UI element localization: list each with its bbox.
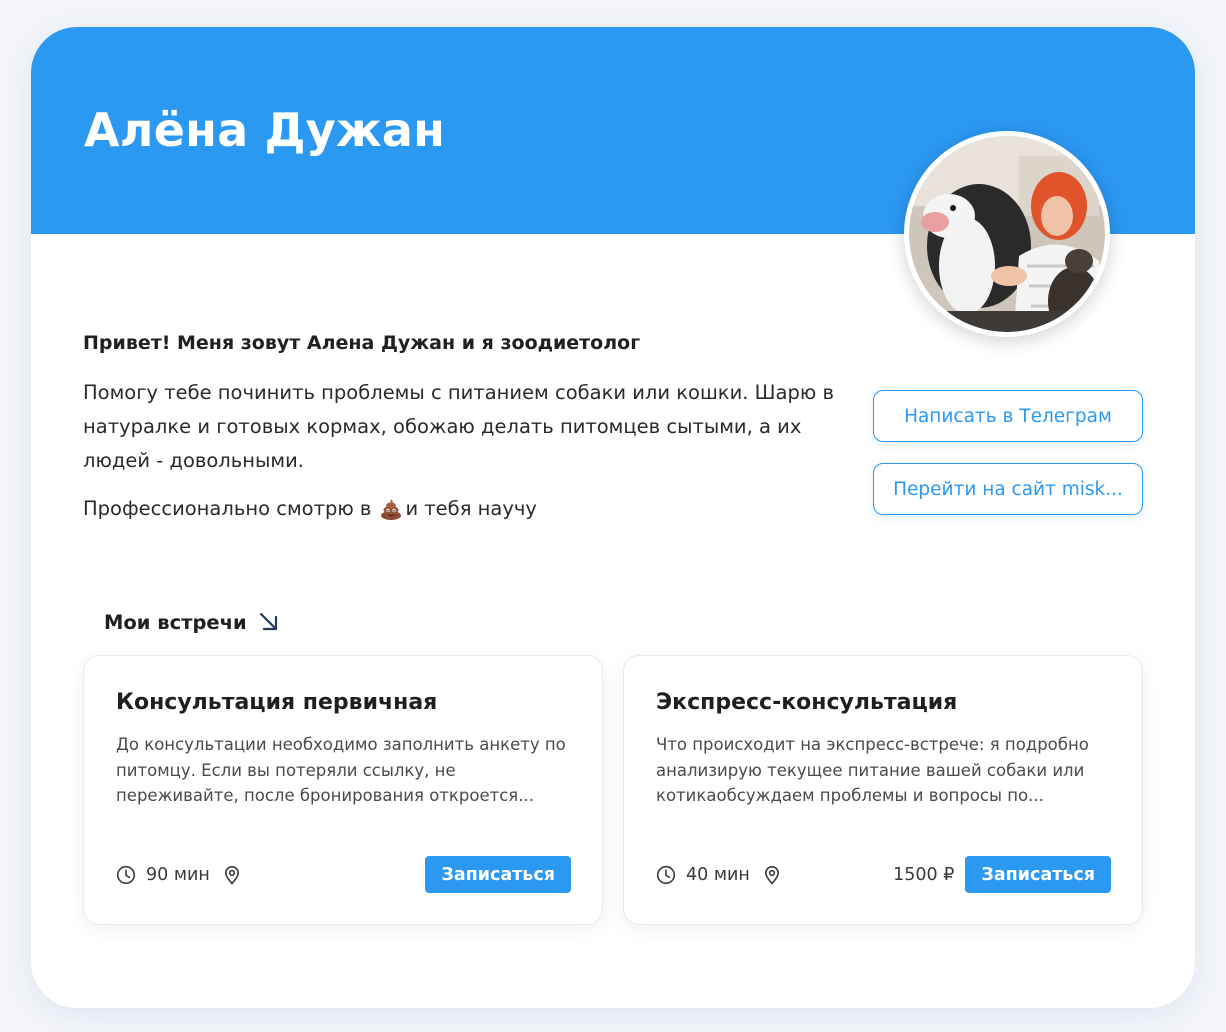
- greeting-heading: Привет! Меня зовут Алена Дужан и я зооди…: [83, 332, 641, 354]
- meeting-duration: 40 мин: [686, 864, 750, 885]
- profile-name: Алёна Дужан: [84, 103, 446, 157]
- meetings-title: Мои встречи: [104, 610, 247, 634]
- book-button[interactable]: Записаться: [425, 856, 571, 893]
- bio-text: Помогу тебе починить проблемы с питанием…: [83, 381, 834, 472]
- meeting-footer: 90 мин Записаться: [116, 856, 571, 893]
- location-pin-icon: [764, 865, 779, 885]
- meeting-card-express[interactable]: Экспресс-консультация Что происходит на …: [623, 655, 1143, 925]
- telegram-button[interactable]: Написать в Телеграм: [873, 390, 1143, 442]
- poo-emoji-icon: [381, 499, 402, 520]
- bio-extra-before: Профессионально смотрю в: [83, 497, 372, 520]
- avatar: [904, 131, 1110, 337]
- arrow-down-right-icon: [259, 612, 277, 631]
- meeting-duration: 90 мин: [146, 864, 210, 885]
- bio-extra: Профессионально смотрю в и тебя научу: [83, 492, 537, 526]
- book-button[interactable]: Записаться: [965, 856, 1111, 893]
- profile-photo: [909, 136, 1105, 332]
- meeting-price: 1500 ₽: [893, 864, 955, 885]
- meeting-description: Что происходит на экспресс-встрече: я по…: [656, 735, 1089, 805]
- meeting-footer: 40 мин 1500 ₽ Записаться: [656, 856, 1111, 893]
- website-button[interactable]: Перейти на сайт misk...: [873, 463, 1143, 515]
- meeting-card-primary[interactable]: Консультация первичная До консультации н…: [83, 655, 603, 925]
- clock-icon: [656, 865, 676, 884]
- clock-icon: [116, 865, 136, 884]
- profile-card: Алёна Дужан Привет! Меня зовут Алена Дуж…: [31, 27, 1195, 1008]
- location-pin-icon: [224, 865, 239, 885]
- meeting-description: До консультации необходимо заполнить анк…: [116, 735, 566, 805]
- meeting-title: Консультация первичная: [116, 690, 438, 715]
- meeting-title: Экспресс-консультация: [656, 690, 958, 715]
- meetings-heading: Мои встречи: [104, 610, 281, 634]
- bio-extra-after: и тебя научу: [405, 497, 537, 520]
